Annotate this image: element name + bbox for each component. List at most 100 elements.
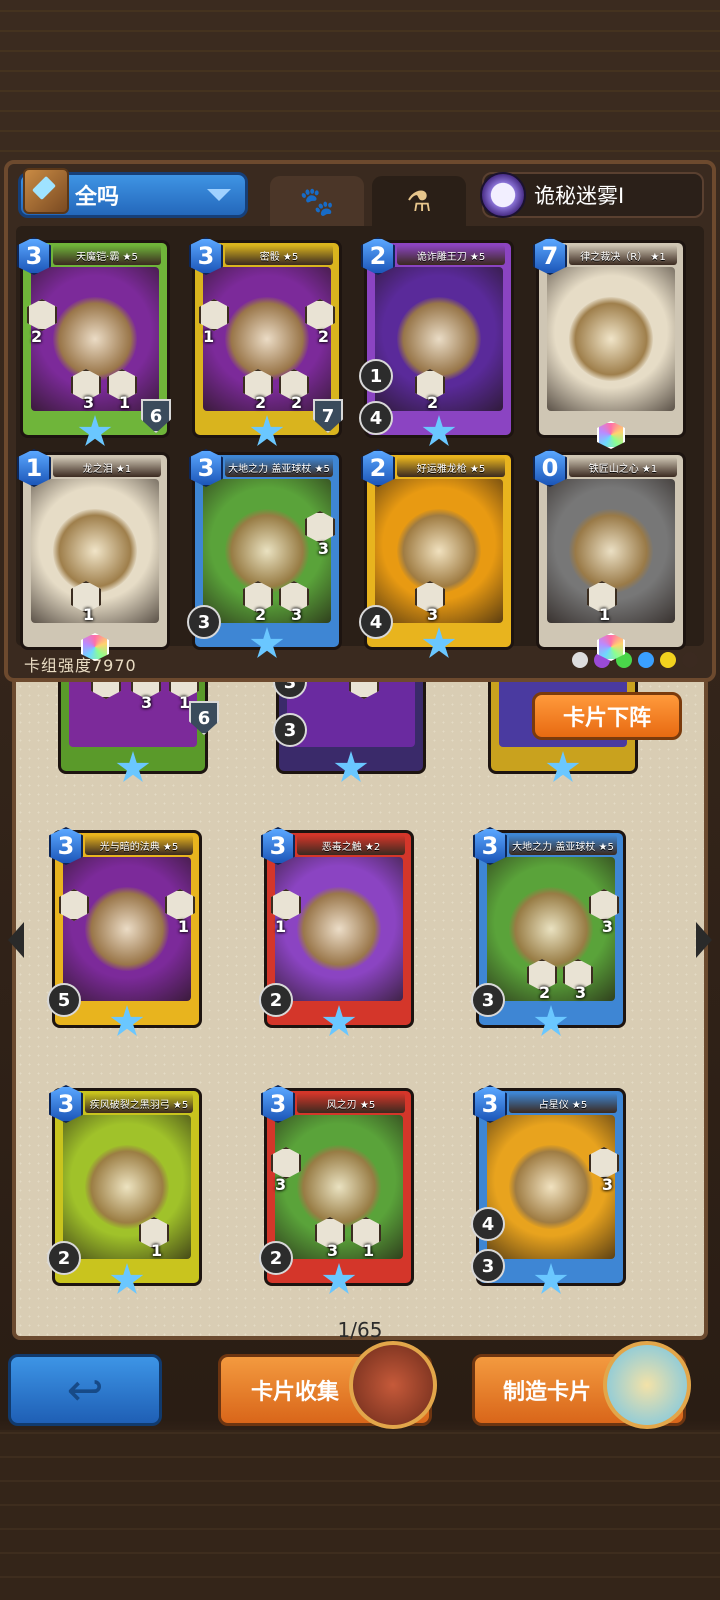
water-element-icon bbox=[638, 652, 654, 668]
card-item-image bbox=[85, 1145, 169, 1229]
card-item-image bbox=[225, 297, 309, 381]
card-title: 律之裁决（R） ★1 bbox=[580, 251, 666, 263]
left-stat-value: 1 bbox=[203, 327, 215, 346]
attack-circle-icon: 1 bbox=[359, 359, 393, 393]
card-title-banner: 大地之力 盖亚球杖 ★5 bbox=[509, 835, 617, 855]
card-item-image bbox=[397, 297, 481, 381]
attack-circle-icon: 4 bbox=[359, 401, 393, 435]
wood-background-bottom bbox=[0, 1430, 720, 1600]
attack-circle-icon: 3 bbox=[471, 1249, 505, 1283]
card-item-image bbox=[509, 1145, 593, 1229]
deck-card[interactable]: 密骰 ★5 3 1 2 2 2 7 bbox=[189, 237, 343, 446]
attack-circle-icon: 2 bbox=[259, 983, 293, 1017]
paw-element-icon bbox=[682, 652, 698, 668]
deck-card[interactable]: 大地之力 盖亚球杖 ★5 3 3 2 3 3 bbox=[187, 449, 342, 658]
card-item-image bbox=[53, 509, 137, 593]
collection-card[interactable]: 恶毒之触 ★2 3 1 2 bbox=[259, 827, 414, 1036]
stat-value: 3 bbox=[575, 983, 587, 1002]
stat-value: 2 bbox=[291, 393, 303, 412]
craft-card-button[interactable]: 制造卡片 bbox=[472, 1341, 691, 1429]
card-title: 密骰 ★5 bbox=[259, 251, 299, 263]
card-title: 铁匠山之心 ★1 bbox=[588, 463, 658, 475]
deck-card[interactable]: 律之裁决（R） ★1 7 bbox=[533, 237, 686, 449]
wood-background-top bbox=[0, 0, 720, 170]
stat-value: 3 bbox=[141, 693, 153, 712]
deck-card[interactable]: 龙之泪 ★1 1 1 bbox=[17, 449, 170, 661]
card-item-image bbox=[297, 887, 381, 971]
card-title: 疾风破裂之黑羽弓 ★5 bbox=[89, 1099, 189, 1111]
back-arrow-icon: ↩ bbox=[66, 1364, 104, 1416]
deck-card[interactable]: 好运雅龙枪 ★5 2 3 4 bbox=[359, 449, 514, 658]
chevron-down-icon bbox=[207, 189, 231, 201]
left-stat-value: 1 bbox=[275, 917, 287, 936]
card-title: 龙之泪 ★1 bbox=[82, 463, 132, 475]
rarity-star-icon bbox=[546, 751, 580, 782]
stat-value: 1 bbox=[599, 605, 611, 624]
card-title: 大地之力 盖亚球杖 ★5 bbox=[512, 841, 614, 853]
neutral-element-icon bbox=[572, 652, 588, 668]
card-title: 占星仪 ★5 bbox=[538, 1099, 588, 1111]
rarity-star-icon bbox=[116, 751, 150, 782]
stat-value: 2 bbox=[255, 393, 267, 412]
collection-card[interactable]: 占星仪 ★5 3 3 4 3 bbox=[471, 1085, 626, 1294]
card-item-image bbox=[297, 1145, 381, 1229]
card-item-image bbox=[569, 297, 653, 381]
attack-circle-icon: 3 bbox=[471, 983, 505, 1017]
right-stat-value: 3 bbox=[317, 539, 329, 558]
card-item-image bbox=[85, 887, 169, 971]
tab-pet[interactable]: 🐾 bbox=[270, 176, 364, 226]
tab-items[interactable]: ⚗ bbox=[372, 176, 466, 226]
card-item-image bbox=[509, 887, 593, 971]
card-item-image bbox=[53, 297, 137, 381]
card-book-icon bbox=[23, 168, 69, 214]
craft-card-label: 制造卡片 bbox=[503, 1380, 592, 1405]
deck-card[interactable]: 诡诈雕王刀 ★5 2 2 1 4 bbox=[359, 237, 514, 446]
card-title-banner: 律之裁决（R） ★1 bbox=[569, 245, 677, 265]
card-art bbox=[63, 857, 191, 1001]
card-title-banner: 疾风破裂之黑羽弓 ★5 bbox=[85, 1093, 193, 1113]
card-title-banner: 大地之力 盖亚球杖 ★5 bbox=[225, 457, 333, 477]
card-collection-label: 卡片收集 bbox=[251, 1380, 340, 1405]
card-item-image bbox=[225, 509, 309, 593]
back-button[interactable]: ↩ bbox=[8, 1354, 162, 1426]
attack-circle-icon: 3 bbox=[273, 713, 307, 747]
stat-value: 1 bbox=[151, 1241, 163, 1260]
filter-dropdown[interactable]: 全吗 bbox=[18, 168, 248, 218]
mist-avatar-icon bbox=[480, 172, 526, 218]
card-title: 天魔铠·霸 ★5 bbox=[76, 251, 138, 263]
stat-value: 2 bbox=[539, 983, 551, 1002]
attack-circle-icon: 3 bbox=[187, 605, 221, 639]
card-title-banner: 密骰 ★5 bbox=[225, 245, 333, 265]
card-title-banner: 铁匠山之心 ★1 bbox=[569, 457, 677, 477]
collection-card[interactable]: 风之刃 ★5 3 3 3 1 2 bbox=[259, 1085, 414, 1294]
filter-label: 全吗 bbox=[75, 185, 120, 210]
card-title: 风之刃 ★5 bbox=[326, 1099, 376, 1111]
card-art bbox=[63, 1115, 191, 1259]
deck-card[interactable]: 天魔铠·霸 ★5 3 2 3 1 6 bbox=[17, 237, 171, 446]
deck-card[interactable]: 铁匠山之心 ★1 0 1 bbox=[533, 449, 686, 661]
next-page-arrow-icon[interactable] bbox=[696, 922, 712, 958]
left-stat-value: 3 bbox=[275, 1175, 287, 1194]
attack-circle-icon: 2 bbox=[47, 1241, 81, 1275]
card-title: 诡诈雕王刀 ★5 bbox=[416, 251, 486, 263]
card-title-banner: 占星仪 ★5 bbox=[509, 1093, 617, 1113]
card-title: 好运雅龙枪 ★5 bbox=[416, 463, 486, 475]
stat-value: 1 bbox=[119, 393, 131, 412]
right-stat-value: 1 bbox=[177, 917, 189, 936]
collection-card[interactable]: 大地之力 盖亚球杖 ★5 3 3 2 3 3 bbox=[471, 827, 626, 1036]
card-title-banner: 光与暗的法典 ★5 bbox=[85, 835, 193, 855]
collection-card[interactable]: 光与暗的法典 ★5 3 1 5 bbox=[47, 827, 202, 1036]
stat-value: 3 bbox=[427, 605, 439, 624]
deck-selector[interactable]: 诡秘迷雾Ⅰ bbox=[480, 172, 704, 218]
defense-shield-icon: 6 bbox=[141, 399, 171, 433]
stat-value: 3 bbox=[83, 393, 95, 412]
previous-page-arrow-icon[interactable] bbox=[8, 922, 24, 958]
card-collection-button[interactable]: 卡片收集 bbox=[218, 1341, 437, 1429]
right-stat-value: 3 bbox=[601, 1175, 613, 1194]
unequip-card-button[interactable]: 卡片下阵 bbox=[532, 692, 682, 740]
deck-power-label: 卡组强度7970 bbox=[24, 656, 137, 675]
element-stats bbox=[572, 652, 698, 668]
paw-jar-icon bbox=[603, 1341, 691, 1429]
card-art bbox=[275, 857, 403, 1001]
collection-card[interactable]: 疾风破裂之黑羽弓 ★5 3 1 2 bbox=[47, 1085, 202, 1294]
